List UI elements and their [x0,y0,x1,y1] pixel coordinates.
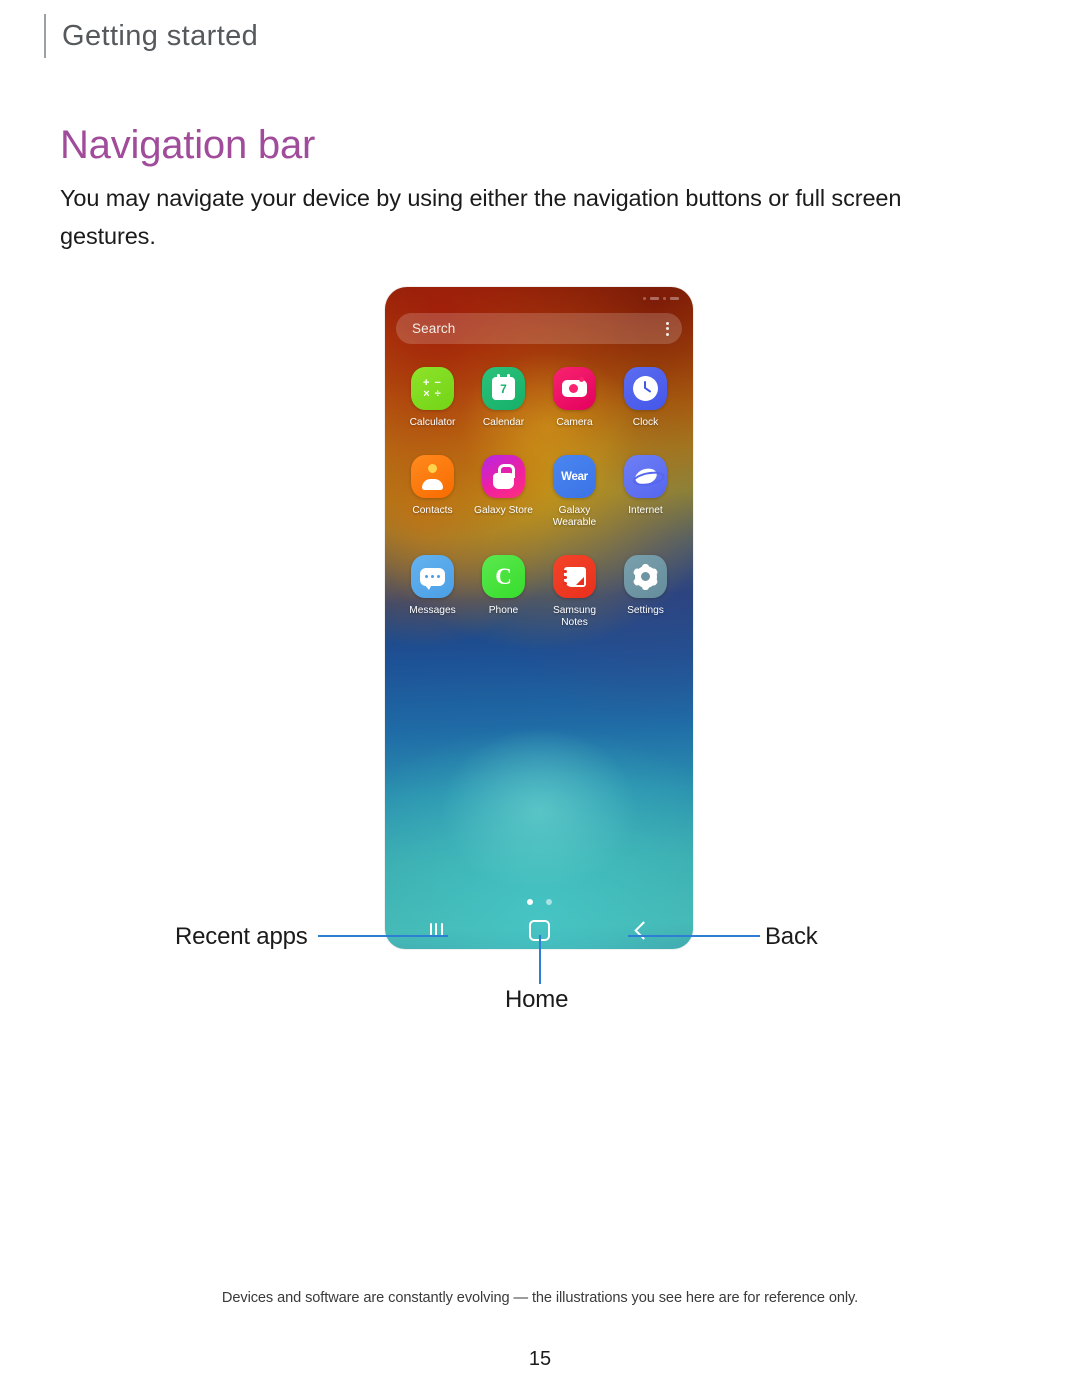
app-icon-internet[interactable]: Internet [610,455,681,529]
app-icon-samsung-notes[interactable]: Samsung Notes [539,555,610,629]
battery-icon [670,296,679,300]
app-label: Internet [628,505,663,517]
galaxy-store-icon [482,455,525,499]
app-label: Messages [409,605,456,617]
app-icon-calendar[interactable]: 7 Calendar [468,367,539,429]
running-header: Getting started [44,14,258,58]
wear-wordmark: Wear [561,470,588,483]
app-label: Calendar [482,417,525,428]
kebab-menu-icon[interactable] [666,321,669,336]
app-icon-clock[interactable]: Clock [610,367,681,429]
messages-icon [411,555,454,599]
app-icon-messages[interactable]: Messages [397,555,468,629]
app-icon-settings[interactable]: Settings [610,555,681,629]
calendar-day-number: 7 [492,374,515,400]
phone-icon: C [482,555,525,599]
leader-line-back [628,935,760,938]
app-label: Clock [632,417,659,428]
app-icon-calculator[interactable]: + − × ÷ Calculator [397,367,468,429]
phone-status-bar [385,287,693,309]
search-placeholder: Search [412,321,456,336]
running-header-label: Getting started [62,19,259,52]
phone-glyph: C [495,564,512,590]
app-label: Contacts [412,505,453,517]
page-title: Navigation bar [60,122,316,167]
calculator-icon: + − × ÷ [411,367,454,410]
page-number: 15 [528,1348,552,1370]
calendar-icon: 7 [482,367,525,410]
app-grid: + − × ÷ Calculator 7 Calendar Camera Clo… [397,367,681,629]
app-label: Galaxy Store [474,505,533,517]
callout-label-home: Home [505,986,569,1013]
app-label: Camera [556,417,593,428]
callout-label-recent-apps: Recent apps [175,923,308,950]
clock-icon [624,367,667,410]
signal-icon [643,296,646,300]
app-label: Settings [627,605,664,617]
status-bar-right [643,296,679,300]
app-icon-contacts[interactable]: Contacts [397,455,468,529]
callout-label-back: Back [765,923,818,950]
app-label: Samsung Notes [552,605,597,629]
app-icon-camera[interactable]: Camera [539,367,610,429]
footer-disclaimer: Devices and software are constantly evol… [221,1290,859,1306]
app-label: Galaxy Wearable [552,505,597,529]
camera-icon [553,367,596,410]
samsung-notes-icon [553,555,596,599]
navigation-bar-figure: Search + − × ÷ Calculator 7 Calendar Cam… [0,270,1080,1030]
page-dot-inactive[interactable] [545,899,552,905]
intro-paragraph: You may navigate your device by using ei… [60,184,902,249]
wifi-icon [650,296,659,300]
galaxy-wearable-icon: Wear [553,455,596,499]
apps-search-bar[interactable]: Search [396,313,682,344]
app-icon-phone[interactable]: C Phone [468,555,539,629]
app-icon-galaxy-wearable[interactable]: Wear Galaxy Wearable [539,455,610,529]
wallpaper-teal-glow [403,697,675,923]
internet-icon [624,455,667,499]
app-label: Phone [488,605,519,617]
phone-device-mockup: Search + − × ÷ Calculator 7 Calendar Cam… [385,287,693,949]
home-page-indicator [385,899,693,905]
settings-icon [624,555,667,599]
contacts-icon [411,455,454,499]
app-icon-galaxy-store[interactable]: Galaxy Store [468,455,539,529]
clock-text [663,296,666,300]
app-label: Calculator [409,417,456,428]
leader-line-home [539,935,542,984]
header-rule [44,14,46,58]
page-dot-active[interactable] [526,899,533,905]
leader-line-recent-apps [318,935,448,938]
